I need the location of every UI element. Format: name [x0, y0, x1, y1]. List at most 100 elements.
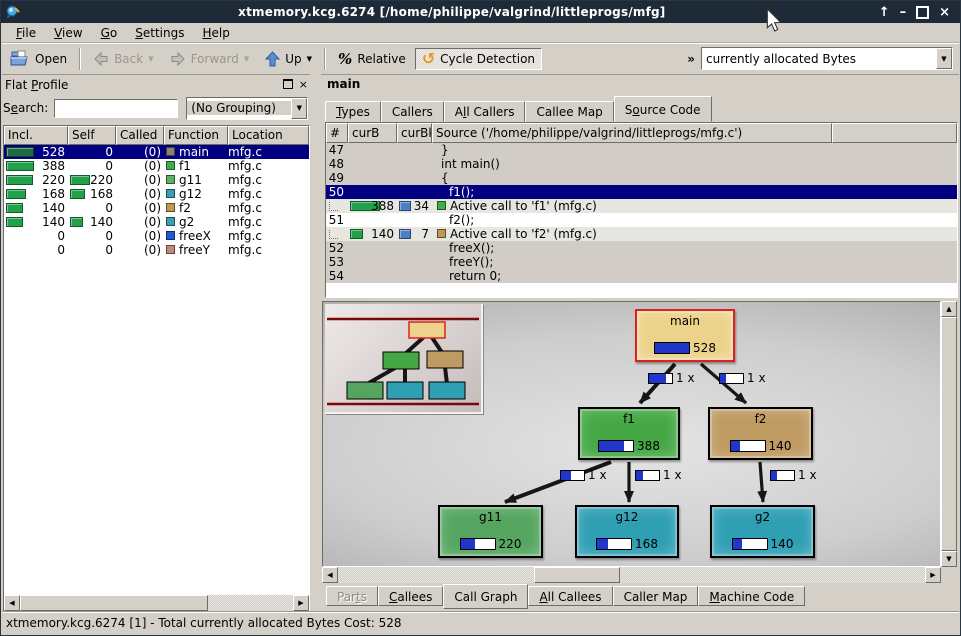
graph-node-f2[interactable]: f2 140 — [708, 407, 813, 460]
menu-settings[interactable]: Settings — [127, 25, 192, 41]
graph-node-g11[interactable]: g11 220 — [438, 505, 543, 558]
column-header-location[interactable]: Location — [228, 126, 309, 145]
scroll-thumb[interactable] — [20, 595, 208, 611]
menu-help[interactable]: Help — [194, 25, 237, 41]
tab-source-code[interactable]: Source Code — [614, 96, 712, 122]
scroll-thumb[interactable] — [941, 317, 957, 551]
event-type-dropdown-arrow[interactable]: ▼ — [936, 48, 952, 69]
shade-button[interactable]: ↑ — [879, 6, 890, 19]
tab-callee-map[interactable]: Callee Map — [525, 101, 613, 122]
graph-node-g12[interactable]: g12 168 — [575, 505, 679, 558]
source-line[interactable]: 48 int main() — [326, 157, 957, 171]
tab-callers[interactable]: Callers — [381, 101, 444, 122]
table-row-f1[interactable]: 388 0 (0) f1 mfg.c — [4, 159, 309, 173]
app-icon[interactable] — [5, 4, 21, 20]
source-line[interactable]: 51 f2(); — [326, 213, 957, 227]
back-button[interactable]: Back ▼ — [86, 48, 161, 70]
call-cost-bar — [635, 470, 660, 481]
maximize-button[interactable] — [916, 6, 929, 19]
scroll-down-arrow[interactable]: ▼ — [941, 551, 957, 567]
dock-header[interactable]: Flat Profile × — [3, 76, 310, 93]
search-input[interactable] — [54, 99, 178, 118]
grouping-dropdown-arrow[interactable]: ▼ — [291, 98, 307, 119]
tab-parts[interactable]: Parts — [326, 586, 378, 606]
source-call-row[interactable]: 388 34 Active call to 'f1' (mfg.c) — [326, 199, 957, 213]
tab-call-graph[interactable]: Call Graph — [443, 584, 528, 609]
column-header-incl[interactable]: Incl. — [4, 126, 68, 145]
scroll-up-arrow[interactable]: ▲ — [941, 301, 957, 317]
column-header-self[interactable]: Self — [68, 126, 116, 145]
table-row-main[interactable]: 528 0 (0) main mfg.c — [4, 145, 309, 159]
graph-node-main[interactable]: main 528 — [635, 309, 735, 362]
up-dropdown-arrow[interactable]: ▼ — [307, 55, 312, 63]
column-header-called[interactable]: Called — [116, 126, 164, 145]
graph-node-f1[interactable]: f1 388 — [578, 407, 680, 460]
open-button[interactable]: Open — [3, 46, 74, 71]
graph-vscrollbar[interactable]: ▲ ▼ — [941, 301, 957, 567]
edge-label-main-f1[interactable]: 1 x — [648, 372, 695, 384]
tab-caller-map[interactable]: Caller Map — [613, 586, 699, 606]
tab-callees[interactable]: Callees — [378, 586, 443, 606]
call-graph-viewport[interactable]: main 528 f1 388 f2 140 g11 220 g12 168 g… — [322, 301, 941, 567]
flat-profile-hscrollbar[interactable]: ◀ ▶ — [4, 595, 309, 611]
graph-node-g2[interactable]: g2 140 — [710, 505, 815, 558]
source-line[interactable]: 53 freeY(); — [326, 255, 957, 269]
table-row-g12[interactable]: 168 168 (0) g12 mfg.c — [4, 187, 309, 201]
close-button[interactable]: × — [939, 6, 950, 19]
tab-types[interactable]: Types — [325, 101, 381, 122]
table-row-g11[interactable]: 220 220 (0) g11 mfg.c — [4, 173, 309, 187]
panel-splitter[interactable] — [310, 74, 321, 613]
column-header-line[interactable]: # — [326, 123, 348, 143]
graph-overview-minimap[interactable] — [325, 304, 483, 414]
tab-all-callers[interactable]: All Callers — [444, 101, 526, 122]
grouping-select[interactable]: (No Grouping) ▼ — [186, 97, 308, 120]
cycle-detection-button[interactable]: ↻ Cycle Detection — [415, 48, 542, 70]
column-header-curB[interactable]: curB — [348, 123, 397, 143]
forward-button[interactable]: Forward ▼ — [163, 48, 257, 70]
menu-go[interactable]: Go — [93, 25, 126, 41]
event-type-select[interactable]: currently allocated Bytes ▼ — [701, 47, 953, 70]
table-row-freeX[interactable]: 0 0 (0) freeX mfg.c — [4, 229, 309, 243]
up-button[interactable]: Up ▼ — [258, 47, 319, 71]
source-line[interactable]: 54 return 0; — [326, 269, 957, 283]
back-dropdown-arrow[interactable]: ▼ — [148, 55, 153, 63]
dock-close-button[interactable]: × — [299, 79, 308, 90]
tab-machine-code[interactable]: Machine Code — [698, 586, 805, 606]
toolbar-overflow-chevron[interactable]: » — [681, 52, 701, 66]
edge-label-f2-g2[interactable]: 1 x — [770, 469, 817, 481]
source-line[interactable]: 47 } — [326, 143, 957, 157]
scroll-right-arrow[interactable]: ▶ — [925, 567, 941, 583]
dock-float-button[interactable] — [283, 79, 293, 91]
column-header-source[interactable]: Source ('/home/philippe/valgrind/littlep… — [432, 123, 832, 143]
title-bar[interactable]: xtmemory.kcg.6274 [/home/philippe/valgri… — [1, 1, 960, 23]
open-folder-icon — [10, 50, 30, 67]
edge-label-f1-g11[interactable]: 1 x — [560, 469, 607, 481]
source-line-selected[interactable]: 50 f1(); — [326, 185, 957, 199]
scroll-left-arrow[interactable]: ◀ — [4, 595, 20, 611]
table-row-freeY[interactable]: 0 0 (0) freeY mfg.c — [4, 243, 309, 257]
menu-file[interactable]: File — [8, 25, 44, 41]
relative-button[interactable]: % Relative — [331, 46, 413, 72]
source-call-row[interactable]: 140 7 Active call to 'f2' (mfg.c) — [326, 227, 957, 241]
graph-hscrollbar[interactable]: ◀ ▶ — [322, 567, 941, 583]
scroll-thumb[interactable] — [534, 567, 620, 583]
function-icon — [166, 217, 175, 226]
scroll-track[interactable] — [338, 567, 534, 583]
edge-label-main-f2[interactable]: 1 x — [719, 372, 766, 384]
scroll-track[interactable] — [208, 595, 293, 611]
forward-dropdown-arrow[interactable]: ▼ — [244, 55, 249, 63]
column-header-curBk[interactable]: curBk — [397, 123, 432, 143]
menu-view[interactable]: View — [46, 25, 90, 41]
search-row: Search: (No Grouping) ▼ — [3, 95, 310, 121]
minimize-button[interactable]: – — [900, 6, 907, 19]
column-header-function[interactable]: Function — [164, 126, 228, 145]
source-line[interactable]: 52 freeX(); — [326, 241, 957, 255]
scroll-track[interactable] — [620, 567, 925, 583]
scroll-left-arrow[interactable]: ◀ — [322, 567, 338, 583]
tab-all-callees[interactable]: All Callees — [528, 586, 612, 606]
table-row-g2[interactable]: 140 140 (0) g2 mfg.c — [4, 215, 309, 229]
table-row-f2[interactable]: 140 0 (0) f2 mfg.c — [4, 201, 309, 215]
edge-label-f1-g12[interactable]: 1 x — [635, 469, 682, 481]
source-line[interactable]: 49 { — [326, 171, 957, 185]
scroll-right-arrow[interactable]: ▶ — [293, 595, 309, 611]
